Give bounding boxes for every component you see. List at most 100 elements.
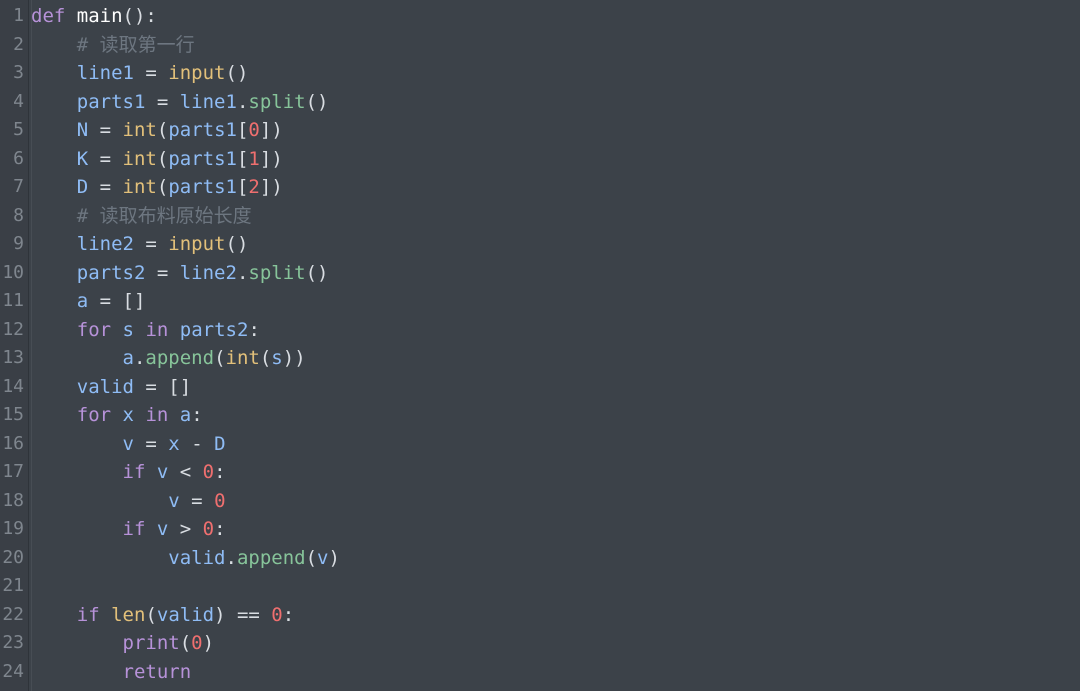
- code-text: if len(valid) == 0:: [31, 601, 294, 630]
- code-text: for s in parts2:: [31, 316, 260, 345]
- code-token: (: [214, 347, 226, 369]
- code-line[interactable]: 1 def main():: [0, 2, 1080, 31]
- code-token: = []: [133, 375, 192, 398]
- line-number: 11: [2, 290, 24, 311]
- code-token: s: [122, 318, 134, 341]
- code-token: ]): [259, 147, 283, 170]
- code-token: v: [317, 546, 329, 569]
- code-token: D: [214, 432, 226, 455]
- code-line[interactable]: 13 a.append(int(s)): [0, 344, 1080, 373]
- code-token: (: [156, 119, 169, 141]
- code-line[interactable]: 5 N = int(parts1[0]): [0, 116, 1080, 145]
- line-number: 2: [13, 33, 24, 55]
- line-number: 22: [2, 603, 24, 625]
- code-token: a: [122, 347, 134, 369]
- code-text: line1 = input(): [31, 59, 249, 88]
- code-token: line1: [76, 62, 134, 84]
- code-token: K: [76, 147, 89, 170]
- code-token: parts1: [168, 119, 237, 141]
- code-line[interactable]: 3 line1 = input(): [0, 59, 1080, 88]
- code-token: # 读取第一行: [76, 33, 195, 56]
- code-token: valid: [76, 375, 134, 398]
- code-token: 0: [248, 119, 260, 141]
- code-line[interactable]: 7 D = int(parts1[2]): [0, 173, 1080, 202]
- code-token: .: [236, 261, 249, 284]
- code-editor[interactable]: 1 def main(): 2 # 读取第一行 3 line1 = input() 4 …: [0, 0, 1080, 691]
- code-line[interactable]: 21: [0, 572, 1080, 601]
- code-text: D = int(parts1[2]): [31, 173, 283, 202]
- code-token: v: [122, 432, 134, 455]
- code-line[interactable]: 18 v = 0: [0, 487, 1080, 516]
- code-text: print(0): [31, 629, 215, 658]
- code-token: 0: [271, 603, 283, 626]
- code-text: v = 0: [31, 487, 225, 516]
- line-number: 24: [2, 660, 24, 682]
- code-token: if: [122, 518, 146, 540]
- code-token: ():: [122, 5, 157, 27]
- code-line[interactable]: 15 for x in a:: [0, 401, 1080, 430]
- code-text: if v < 0:: [31, 458, 226, 487]
- code-line[interactable]: 14 valid = []: [0, 373, 1080, 402]
- code-line[interactable]: 9 line2 = input(): [0, 230, 1080, 259]
- code-token: )): [282, 347, 306, 369]
- code-token: (): [225, 233, 249, 255]
- code-token: [: [236, 176, 249, 198]
- code-text: if v > 0:: [31, 515, 226, 544]
- code-token: =: [145, 261, 180, 284]
- code-token: v: [168, 489, 180, 512]
- line-number: 1: [13, 5, 24, 26]
- code-line[interactable]: 19 if v > 0:: [0, 515, 1080, 544]
- code-line[interactable]: 2 # 读取第一行: [0, 31, 1080, 60]
- code-token: append: [145, 347, 215, 369]
- code-token: in: [145, 404, 169, 426]
- code-line[interactable]: 17 if v < 0:: [0, 458, 1080, 487]
- code-line[interactable]: 11 a = []: [0, 287, 1080, 316]
- line-number: 3: [13, 62, 24, 83]
- code-token: =: [88, 147, 123, 170]
- code-token: line2: [76, 233, 134, 255]
- line-number: 21: [2, 575, 24, 596]
- code-token: :: [214, 461, 226, 483]
- code-token: .: [133, 347, 146, 369]
- code-line[interactable]: 6 K = int(parts1[1]): [0, 145, 1080, 174]
- code-token: valid: [156, 603, 215, 626]
- code-token: int: [225, 347, 260, 369]
- code-line[interactable]: 4 parts1 = line1.split(): [0, 88, 1080, 117]
- code-line[interactable]: 8 # 读取布料原始长度: [0, 202, 1080, 231]
- code-token: (): [225, 62, 249, 84]
- line-number: 6: [13, 147, 24, 169]
- code-line[interactable]: 16 v = x - D: [0, 430, 1080, 459]
- code-line[interactable]: 12 for s in parts2:: [0, 316, 1080, 345]
- line-number: 19: [2, 518, 24, 539]
- code-token: =: [133, 62, 169, 84]
- code-token: 1: [248, 147, 260, 170]
- line-number: 14: [2, 375, 24, 397]
- line-number: 7: [13, 176, 24, 197]
- code-token: =: [88, 119, 123, 141]
- code-token: valid: [168, 546, 226, 569]
- code-line[interactable]: 23 print(0): [0, 629, 1080, 658]
- code-line[interactable]: 10 parts2 = line2.split(): [0, 259, 1080, 288]
- line-number: 15: [2, 404, 24, 425]
- code-token: return: [122, 660, 192, 683]
- code-line[interactable]: 24 return: [0, 658, 1080, 687]
- code-line[interactable]: 22 if len(valid) == 0:: [0, 601, 1080, 630]
- code-lines[interactable]: 1 def main(): 2 # 读取第一行 3 line1 = input() 4 …: [0, 2, 1080, 686]
- code-token: >: [168, 518, 203, 540]
- code-token: 0: [202, 518, 215, 540]
- code-token: parts1: [168, 176, 237, 198]
- code-token: x: [122, 404, 134, 426]
- code-line[interactable]: 20 valid.append(v): [0, 544, 1080, 573]
- code-text: a.append(int(s)): [31, 344, 306, 373]
